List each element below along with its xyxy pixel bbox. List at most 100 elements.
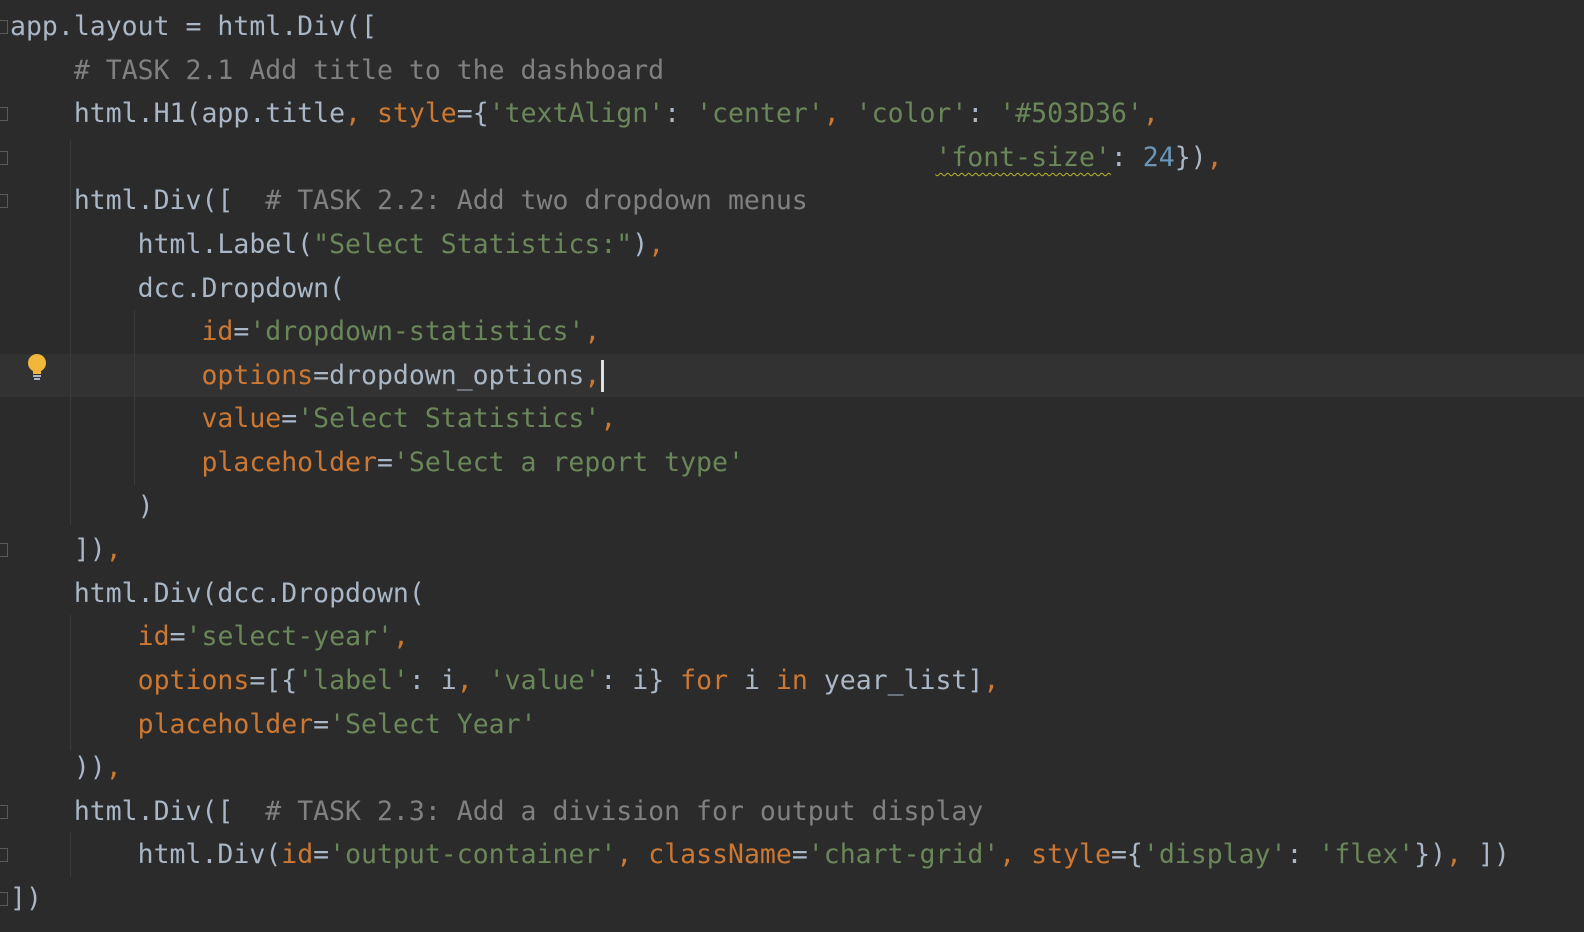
code-token: style (376, 98, 457, 130)
code-line[interactable]: html.Div([ # TASK 2.2: Add two dropdown … (0, 179, 1584, 223)
code-token: 'chart-grid' (807, 839, 1000, 871)
code-token: html.Div(dcc.Dropdown( (10, 577, 425, 609)
code-token: # TASK 2.1 Add title to the dashboard (73, 54, 665, 86)
code-token: in (775, 665, 808, 696)
code-line[interactable]: app.layout = html.Div([ (0, 5, 1584, 49)
code-token: style (1031, 839, 1111, 871)
code-token: , (584, 316, 601, 348)
code-line[interactable]: html.Label("Select Statistics:"), (0, 223, 1584, 267)
code-token: , (616, 839, 649, 871)
code-token: ) (10, 490, 154, 522)
code-token: # TASK 2.2: Add two dropdown menus (265, 185, 808, 217)
code-token: app.layout = html.Div([ (10, 11, 377, 42)
code-token: 'display' (1142, 839, 1287, 871)
fold-marker-icon[interactable] (0, 892, 8, 906)
code-token: placeholder (201, 447, 377, 478)
code-token: options (137, 665, 250, 696)
code-token: : (1286, 839, 1319, 871)
code-token: , (823, 98, 856, 130)
code-line[interactable]: id='select-year', (0, 615, 1584, 659)
code-token: 'select-year' (185, 621, 393, 653)
fold-marker-icon[interactable] (0, 107, 8, 122)
code-line[interactable]: dcc.Dropdown( (0, 267, 1584, 311)
code-token: , (584, 359, 601, 391)
code-line[interactable]: html.H1(app.title, style={'textAlign': '… (0, 92, 1584, 136)
code-line[interactable]: html.Div(id='output-container', classNam… (0, 833, 1584, 877)
code-token: : (1110, 141, 1143, 173)
code-line[interactable]: placeholder='Select Year' (0, 703, 1584, 747)
fold-marker-icon[interactable] (0, 194, 8, 209)
code-token: : (664, 98, 697, 130)
code-text: id='dropdown-statistics', (10, 310, 600, 354)
code-token: id (281, 839, 314, 871)
code-line[interactable]: ]), (0, 528, 1584, 572)
code-token: id (201, 316, 234, 348)
code-token: html.Div([ (10, 185, 266, 217)
indent-guide (70, 140, 71, 525)
code-token: # TASK 2.3: Add a division for output di… (265, 795, 984, 827)
code-token: 'label' (297, 665, 409, 696)
code-token: , (105, 534, 122, 566)
fold-marker-icon[interactable] (0, 804, 8, 819)
code-token: 'output-container' (329, 839, 617, 871)
code-text: # TASK 2.1 Add title to the dashboard (10, 49, 664, 93)
code-token: , (392, 621, 409, 653)
code-token: options (201, 359, 314, 391)
code-token: for (680, 665, 729, 696)
code-text: placeholder='Select Year' (10, 703, 537, 747)
code-text: value='Select Statistics', (10, 397, 616, 441)
code-token: =dropdown_options (313, 359, 585, 391)
code-token: = (313, 708, 330, 740)
code-line[interactable]: # TASK 2.1 Add title to the dashboard (0, 49, 1584, 93)
code-token: = (376, 447, 393, 478)
code-token: 'color' (855, 98, 968, 130)
code-token: , (1446, 839, 1478, 871)
code-line[interactable]: options=[{'label': i, 'value': i} for i … (0, 659, 1584, 703)
code-token: , (600, 403, 617, 435)
code-line[interactable]: id='dropdown-statistics', (0, 310, 1584, 354)
code-line[interactable]: ]) (0, 877, 1584, 921)
code-token: 'Select Year' (329, 708, 537, 740)
fold-marker-icon[interactable] (0, 848, 8, 863)
code-token: = (233, 316, 250, 348)
code-token: 'Select a report type' (392, 447, 744, 478)
code-token: html.Label( (10, 229, 314, 260)
code-token: i (728, 665, 776, 696)
code-token: ]) (10, 883, 42, 914)
code-token: 'dropdown-statistics' (249, 316, 585, 348)
code-token: 'Select Statistics' (297, 403, 601, 435)
code-token: 'center' (696, 98, 824, 130)
code-token: , (105, 752, 122, 784)
code-line[interactable]: )), (0, 746, 1584, 790)
fold-marker-icon[interactable] (0, 20, 8, 34)
code-line[interactable]: placeholder='Select a report type' (0, 441, 1584, 485)
code-token: = (281, 403, 298, 435)
code-token: , (983, 665, 1000, 696)
code-line[interactable]: html.Div(dcc.Dropdown( (0, 572, 1584, 616)
fold-marker-icon[interactable] (0, 150, 8, 165)
code-editor[interactable]: ]) html.Div(id='output-container', class… (0, 0, 1584, 932)
code-token: html.Div([ (10, 795, 266, 827)
code-text: html.H1(app.title, style={'textAlign': '… (10, 92, 1159, 136)
code-token: : (967, 98, 1000, 130)
code-token: id (137, 621, 170, 653)
code-text: html.Div(dcc.Dropdown( (10, 572, 425, 616)
code-token: , (999, 839, 1032, 871)
code-line[interactable]: value='Select Statistics', (0, 397, 1584, 441)
text-caret (601, 360, 605, 393)
code-line[interactable]: ) (0, 485, 1584, 529)
code-token: = (169, 621, 186, 653)
code-token: , (1206, 141, 1223, 173)
code-token: , (648, 229, 665, 260)
code-token: , (1142, 98, 1159, 130)
fold-marker-icon[interactable] (0, 543, 8, 558)
code-line[interactable]: options=dropdown_options, (0, 353, 1584, 398)
code-line[interactable]: 'font-size': 24}), (0, 136, 1584, 180)
code-token: "Select Statistics:" (313, 229, 633, 260)
lightbulb-icon[interactable] (26, 353, 48, 383)
code-line[interactable]: html.Div([ # TASK 2.3: Add a division fo… (0, 790, 1584, 834)
